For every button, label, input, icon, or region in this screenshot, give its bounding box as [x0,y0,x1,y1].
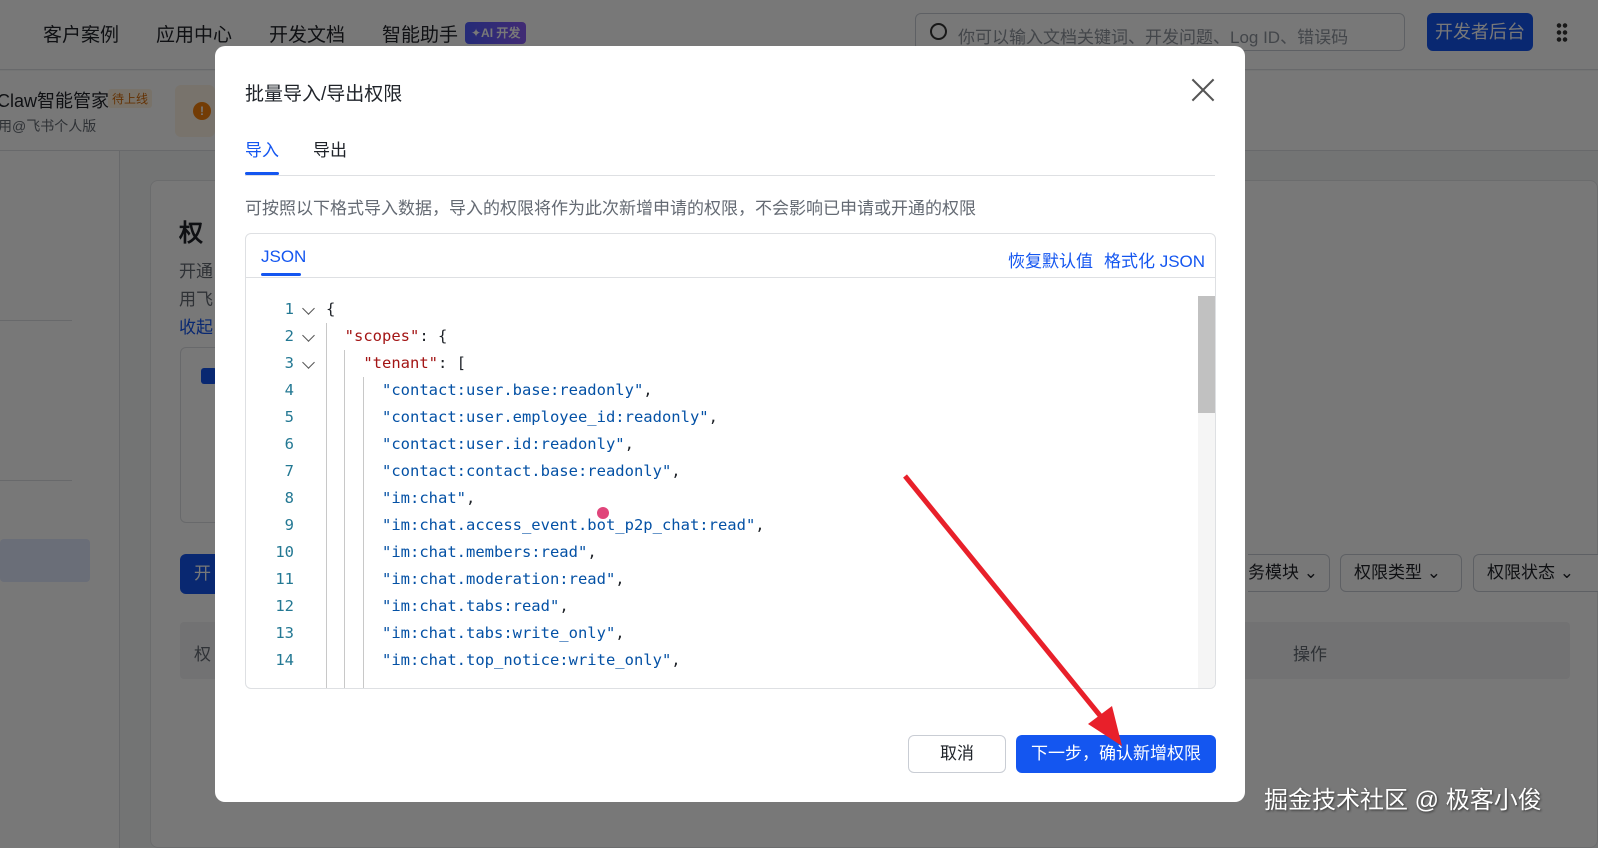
page-title: 权 [179,220,203,247]
chevron-down-icon: ⌄ [1426,563,1441,582]
code-text: "contact:user.base:readonly", [382,381,653,399]
code-text: { [326,300,336,318]
line-number: 8 [284,489,294,507]
code-area[interactable]: 1{2 "scopes": {3 "tenant": [4 "contact:u… [246,296,1196,674]
line-number: 6 [284,435,294,453]
nav-smart-assistant[interactable]: 智能助手 [382,20,458,47]
dev-console-button[interactable]: 开发者后台 [1427,13,1533,51]
scrollbar-thumb[interactable] [1198,296,1215,413]
format-json-link[interactable]: 格式化 JSON [1104,247,1205,272]
code-text: "contact:contact.base:readonly", [382,462,681,480]
table-header-actions: 操作 [1293,645,1327,664]
code-line: 4 "contact:user.base:readonly", [246,377,1196,404]
indent-guide [326,323,327,688]
ai-dev-badge[interactable]: ✦AI 开发 [465,22,527,44]
tabs-divider [245,175,1215,176]
desc-line: 开通 [179,262,213,281]
active-tab-indicator [261,273,301,276]
code-line: 8 "im:chat", [246,485,1196,512]
tab-export[interactable]: 导出 [313,136,347,161]
json-editor[interactable]: JSON 恢复默认值 格式化 JSON 1{2 "scopes": {3 "te… [245,233,1216,689]
code-line: 3 "tenant": [ [246,350,1196,377]
watermark: 掘金技术社区 @ 极客小俊 [1264,787,1542,814]
code-line: 9 "im:chat.access_event.bot_p2p_chat:rea… [246,512,1196,539]
code-line: 5 "contact:user.employee_id:readonly", [246,404,1196,431]
import-description: 可按照以下格式导入数据，导入的权限将作为此次新增申请的权限，不会影响已申请或开通… [245,199,976,218]
restore-default-link[interactable]: 恢复默认值 [1008,247,1093,272]
filter-module-select[interactable]: 务模块 ⌄ [1248,554,1330,592]
code-text: "contact:user.id:readonly", [382,435,634,453]
code-line: 11 "im:chat.moderation:read", [246,566,1196,593]
tab-import[interactable]: 导入 [245,136,279,161]
line-number: 10 [275,543,294,561]
apps-grid-icon[interactable] [1556,22,1568,42]
code-line: 1{ [246,296,1196,323]
code-text: "im:chat.moderation:read", [382,570,625,588]
warning-icon: ! [193,102,211,120]
filter-label: 权限类型 [1354,563,1422,582]
tab-json[interactable]: JSON [261,247,306,267]
nav-app-center[interactable]: 应用中心 [156,20,232,47]
editor-scrollbar[interactable] [1198,296,1215,688]
indent-guide [363,377,364,688]
code-line: 10 "im:chat.members:read", [246,539,1196,566]
next-confirm-button[interactable]: 下一步，确认新增权限 [1016,735,1216,773]
fold-chevron-icon[interactable] [302,302,315,315]
code-line: 6 "contact:user.id:readonly", [246,431,1196,458]
line-number: 12 [275,597,294,615]
code-text: "scopes": { [344,327,448,345]
line-number: 13 [275,624,294,642]
line-number: 9 [284,516,294,534]
line-number: 7 [284,462,294,480]
line-number: 14 [275,651,294,669]
divider [0,480,72,481]
code-text: "im:chat.tabs:write_only", [382,624,625,642]
chevron-down-icon: ⌄ [1559,563,1574,582]
sidebar-item-active[interactable] [0,539,90,582]
divider [0,320,72,321]
line-number: 5 [284,408,294,426]
code-line: 14 "im:chat.top_notice:write_only", [246,647,1196,674]
batch-import-export-dialog: 批量导入/导出权限 导入 导出 可按照以下格式导入数据，导入的权限将作为此次新增… [215,46,1245,802]
indent-guide [344,350,345,688]
app-subtitle: 用@飞书个人版 [0,118,97,134]
line-number: 4 [284,381,294,399]
app-name: Claw智能管家 [0,91,110,111]
code-text: "im:chat.top_notice:write_only", [382,651,681,669]
code-line: 7 "contact:contact.base:readonly", [246,458,1196,485]
line-number: 3 [284,354,294,372]
filter-label: 权限状态 [1487,563,1555,582]
filter-type-select[interactable]: 权限类型 ⌄ [1340,554,1462,592]
line-number: 11 [275,570,294,588]
code-line: 12 "im:chat.tabs:read", [246,593,1196,620]
fold-chevron-icon[interactable] [302,356,315,369]
chevron-down-icon: ⌄ [1303,563,1318,582]
table-header-cell: 权 [194,645,211,664]
line-number: 1 [284,300,294,318]
cancel-button[interactable]: 取消 [908,735,1006,773]
filter-label: 务模块 [1248,563,1299,582]
code-text: "contact:user.employee_id:readonly", [382,408,718,426]
search-placeholder: 你可以输入文档关键词、开发问题、Log ID、错误码 [958,28,1349,47]
code-text: "im:chat", [382,489,476,507]
desc-line: 用飞 [179,290,213,309]
code-text: "im:chat.members:read", [382,543,597,561]
fold-chevron-icon[interactable] [302,329,315,342]
dialog-title: 批量导入/导出权限 [245,84,403,105]
status-badge: 待上线 [108,89,153,108]
editor-header: JSON 恢复默认值 格式化 JSON [246,234,1215,278]
nav-dev-docs[interactable]: 开发文档 [269,20,345,47]
search-icon [930,23,947,40]
close-icon[interactable] [1191,78,1215,102]
code-line: 13 "im:chat.tabs:write_only", [246,620,1196,647]
code-text: "im:chat.access_event.bot_p2p_chat:read"… [382,516,765,534]
line-number: 2 [284,327,294,345]
code-line: 2 "scopes": { [246,323,1196,350]
code-text: "tenant": [ [363,354,466,372]
nav-customer-cases[interactable]: 客户案例 [43,20,119,47]
active-tab-indicator [245,172,279,175]
filter-status-select[interactable]: 权限状态 ⌄ [1473,554,1598,592]
collapse-link[interactable]: 收起 [179,313,213,338]
sidebar [0,151,120,848]
